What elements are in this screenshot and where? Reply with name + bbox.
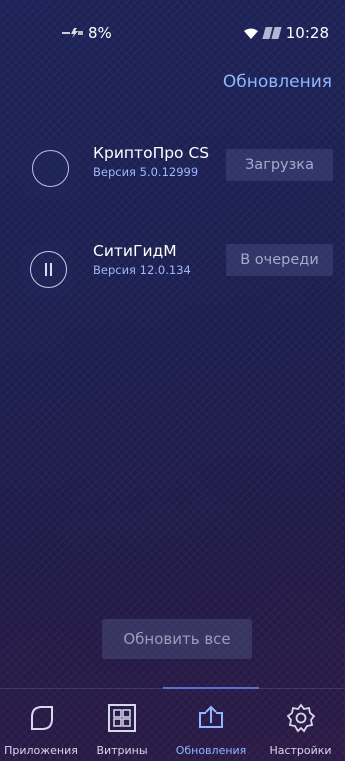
- tab-updates[interactable]: Обновления: [166, 689, 256, 761]
- tab-apps[interactable]: Приложения: [0, 689, 82, 761]
- app-version: Версия 12.0.134: [93, 263, 191, 277]
- tab-settings[interactable]: Настройки: [256, 689, 345, 761]
- upload-icon: [199, 705, 223, 728]
- list-item[interactable]: СитиГидМ Версия 12.0.134 В очереди: [0, 242, 345, 299]
- status-icons: 10:28: [243, 24, 329, 42]
- grid-icon: [108, 704, 136, 732]
- battery-indicator: 8%: [62, 24, 112, 42]
- pause-icon[interactable]: [30, 251, 67, 288]
- bottom-tab-bar: Приложения Витрины Обновления Настройки: [0, 687, 345, 761]
- tab-showcases[interactable]: Витрины: [82, 689, 162, 761]
- tab-label: Витрины: [96, 744, 148, 757]
- list-item[interactable]: КриптоПро CS Версия 5.0.12999 Загрузка: [0, 140, 345, 196]
- app-name: КриптоПро CS: [93, 144, 210, 162]
- app-version: Версия 5.0.12999: [93, 165, 199, 179]
- wifi-icon: [243, 28, 258, 39]
- app-icon: [22, 243, 74, 295]
- app-icon: [22, 140, 78, 196]
- queued-status-button[interactable]: В очереди: [226, 244, 333, 276]
- loading-ring-icon: [32, 150, 69, 187]
- status-bar: 8% 10:28: [0, 0, 345, 64]
- update-all-button[interactable]: Обновить все: [102, 619, 252, 659]
- download-status-button[interactable]: Загрузка: [226, 149, 333, 181]
- app-name: СитиГидМ: [93, 242, 177, 260]
- signal-icon: [262, 27, 282, 39]
- battery-percent: 8%: [88, 24, 112, 42]
- clock: 10:28: [285, 24, 329, 42]
- battery-charging-icon: [62, 28, 83, 38]
- page-title: Обновления: [222, 72, 332, 92]
- tab-label: Приложения: [4, 744, 78, 757]
- tab-label: Настройки: [269, 744, 332, 757]
- leaf-icon: [31, 706, 53, 730]
- tab-label: Обновления: [175, 744, 247, 757]
- gear-icon: [286, 703, 316, 733]
